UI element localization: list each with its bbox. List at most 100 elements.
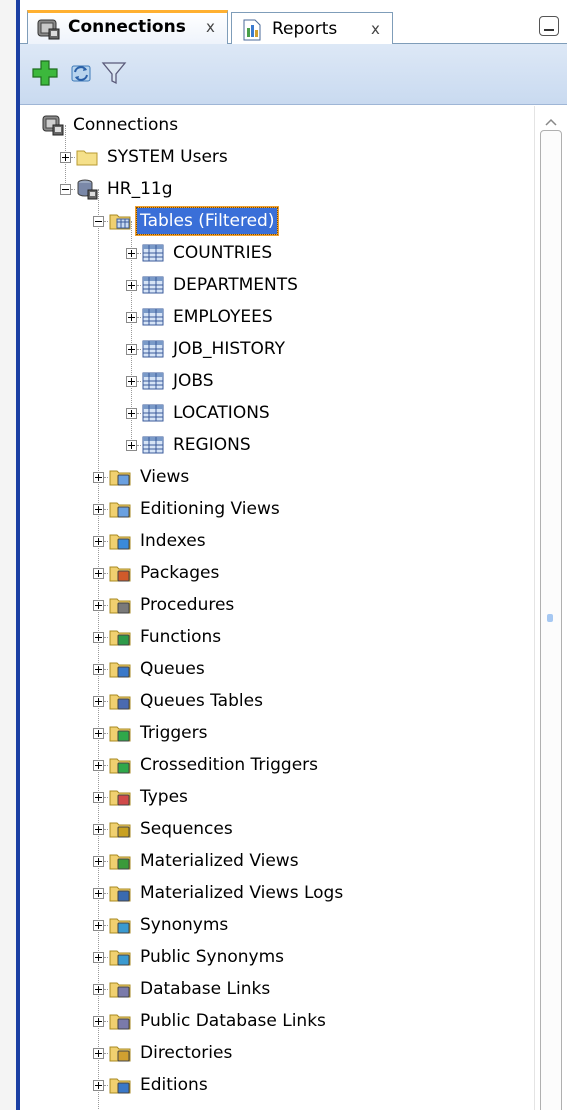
tree-node-table[interactable]: COUNTRIES xyxy=(20,240,534,272)
expand-plus-icon[interactable] xyxy=(93,760,104,771)
tab-strip: Connections x Reports x xyxy=(20,0,567,44)
expand-plus-icon[interactable] xyxy=(126,312,137,323)
database-icon xyxy=(76,178,98,200)
expand-plus-icon[interactable] xyxy=(126,376,137,387)
expand-plus-icon[interactable] xyxy=(126,280,137,291)
expand-plus-icon[interactable] xyxy=(126,440,137,451)
expand-plus-icon[interactable] xyxy=(93,952,104,963)
tree-node-folder[interactable]: Public Synonyms xyxy=(20,944,534,976)
tree-node-folder[interactable]: Functions xyxy=(20,624,534,656)
tree-node-folder[interactable]: Views xyxy=(20,464,534,496)
expand-plus-icon[interactable] xyxy=(93,920,104,931)
database-links-folder-icon xyxy=(109,978,131,1000)
collapse-minus-icon[interactable] xyxy=(93,216,104,227)
tree-connector-line xyxy=(104,893,108,894)
tab-connections-close-icon[interactable]: x xyxy=(206,13,215,41)
expand-plus-icon[interactable] xyxy=(93,984,104,995)
add-connection-button[interactable] xyxy=(30,58,60,88)
tree-node-folder[interactable]: Editions xyxy=(20,1072,534,1104)
tree-node-folder[interactable]: Directories xyxy=(20,1040,534,1072)
materialized-views-folder-icon xyxy=(109,850,131,872)
tree-node-folder[interactable]: Types xyxy=(20,784,534,816)
tree-node-folder[interactable]: Sequences xyxy=(20,816,534,848)
filter-button[interactable] xyxy=(99,58,129,88)
tree-connector-line xyxy=(137,445,141,446)
tree-node-label: Public Database Links xyxy=(140,1011,326,1031)
tab-reports-close-icon[interactable]: x xyxy=(371,13,380,45)
tree-node-table[interactable]: LOCATIONS xyxy=(20,400,534,432)
tree-node-folder[interactable]: Indexes xyxy=(20,528,534,560)
expand-plus-icon[interactable] xyxy=(93,600,104,611)
tree-root-connections[interactable]: Connections xyxy=(20,112,534,144)
tree-node-table[interactable]: DEPARTMENTS xyxy=(20,272,534,304)
expand-plus-icon[interactable] xyxy=(93,1080,104,1091)
expand-plus-icon[interactable] xyxy=(93,664,104,675)
expand-plus-icon[interactable] xyxy=(93,888,104,899)
expand-plus-icon[interactable] xyxy=(93,504,104,515)
scrollbar-grip xyxy=(547,614,553,622)
tree-node-label: Synonyms xyxy=(140,915,229,935)
expand-plus-icon[interactable] xyxy=(93,536,104,547)
tree-connector-line xyxy=(104,669,108,670)
tree-node-folder[interactable]: Procedures xyxy=(20,592,534,624)
tree-connector-line xyxy=(137,413,141,414)
tree-connector-line xyxy=(104,957,108,958)
expand-plus-icon[interactable] xyxy=(93,696,104,707)
crossedition-triggers-folder-icon xyxy=(109,754,131,776)
tree-node-folder[interactable]: Crossedition Triggers xyxy=(20,752,534,784)
expand-plus-icon[interactable] xyxy=(93,1016,104,1027)
expand-plus-icon[interactable] xyxy=(93,632,104,643)
tree-node-folder[interactable]: Materialized Views xyxy=(20,848,534,880)
tree-node-label: Procedures xyxy=(140,595,235,615)
collapse-minus-icon[interactable] xyxy=(60,184,71,195)
expand-plus-icon[interactable] xyxy=(126,408,137,419)
tree-node-folder[interactable]: Queues xyxy=(20,656,534,688)
minimize-button[interactable] xyxy=(539,16,559,36)
tree-node-label: Sequences xyxy=(140,819,233,839)
tree-connector-line xyxy=(137,349,141,350)
tree-connector-line xyxy=(137,317,141,318)
tree-node-connection[interactable]: HR_11g xyxy=(20,176,534,208)
tree-node-label: SYSTEM Users xyxy=(107,147,228,167)
expand-plus-icon[interactable] xyxy=(126,344,137,355)
tree-node-folder[interactable]: Synonyms xyxy=(20,912,534,944)
expand-plus-icon[interactable] xyxy=(93,1048,104,1059)
public-database-links-folder-icon xyxy=(109,1010,131,1032)
tree-node-table[interactable]: REGIONS xyxy=(20,432,534,464)
tab-connections[interactable]: Connections x xyxy=(27,10,228,44)
tree-node-table[interactable]: EMPLOYEES xyxy=(20,304,534,336)
expand-plus-icon[interactable] xyxy=(93,568,104,579)
tree-node-folder[interactable]: Packages xyxy=(20,560,534,592)
tree-connector-line xyxy=(104,637,108,638)
materialized-views-logs-folder-icon xyxy=(109,882,131,904)
tree-node-folder[interactable]: Triggers xyxy=(20,720,534,752)
tree-node-folder[interactable]: Materialized Views Logs xyxy=(20,880,534,912)
tree-node-folder[interactable]: Editioning Views xyxy=(20,496,534,528)
refresh-button[interactable] xyxy=(66,58,96,88)
tree-connector-line xyxy=(104,477,108,478)
tree-node-table[interactable]: JOBS xyxy=(20,368,534,400)
scrollbar-thumb[interactable] xyxy=(540,130,562,1110)
tree-node-folder[interactable]: Public Database Links xyxy=(20,1008,534,1040)
tree-node-label: Crossedition Triggers xyxy=(140,755,319,775)
tree-node-label: REGIONS xyxy=(173,435,251,455)
tree-node-connection[interactable]: SYSTEM Users xyxy=(20,144,534,176)
tree-node-folder[interactable]: Queues Tables xyxy=(20,688,534,720)
tables-folder-icon xyxy=(109,210,131,232)
expand-plus-icon[interactable] xyxy=(93,824,104,835)
expand-plus-icon[interactable] xyxy=(93,856,104,867)
tree-node-label: Functions xyxy=(140,627,222,647)
tree-node-label: EMPLOYEES xyxy=(173,307,273,327)
vertical-scrollbar[interactable] xyxy=(534,106,567,1110)
expand-plus-icon[interactable] xyxy=(93,472,104,483)
tab-reports[interactable]: Reports x xyxy=(231,12,393,44)
tree-node-table[interactable]: JOB_HISTORY xyxy=(20,336,534,368)
tree-node-folder[interactable]: Database Links xyxy=(20,976,534,1008)
tree-connector-line xyxy=(104,605,108,606)
expand-plus-icon[interactable] xyxy=(60,152,71,163)
expand-plus-icon[interactable] xyxy=(126,248,137,259)
expand-plus-icon[interactable] xyxy=(93,728,104,739)
expand-plus-icon[interactable] xyxy=(93,792,104,803)
tree-node-tables[interactable]: Tables (Filtered) xyxy=(20,207,534,240)
scroll-up-arrow-icon[interactable] xyxy=(544,112,558,131)
